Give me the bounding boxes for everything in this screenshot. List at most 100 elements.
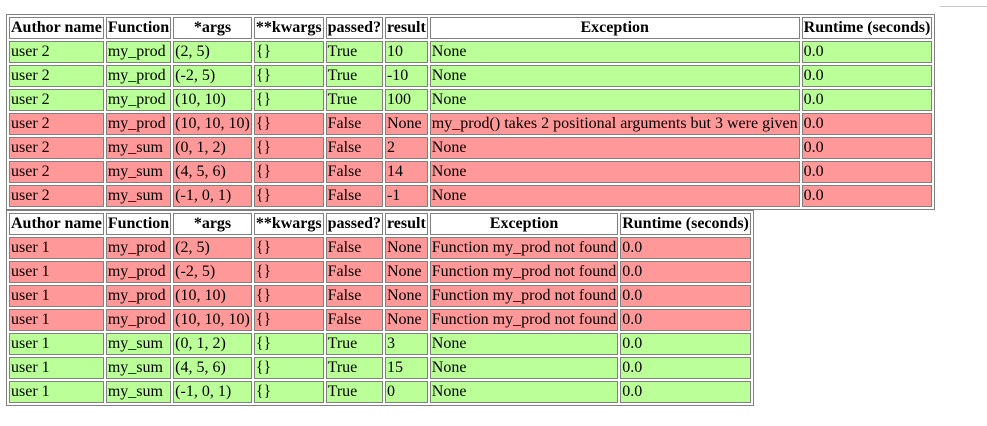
args-cell: (-1, 0, 1)	[173, 185, 252, 207]
kwargs-cell: {}	[253, 89, 324, 111]
author-name-cell: user 1	[9, 381, 104, 403]
kwargs-cell: {}	[253, 41, 324, 63]
passed-cell: False	[325, 261, 383, 283]
header-result: result	[384, 213, 428, 235]
args-cell: (4, 5, 6)	[173, 161, 252, 183]
header-passed: passed?	[325, 17, 383, 39]
table-row: user 2 my_prod (-2, 5){} True -10 None 0.0	[9, 65, 933, 87]
author-name-cell: user 2	[9, 185, 104, 207]
exception-cell: my_prod() takes 2 positional arguments b…	[429, 113, 800, 135]
runtime-cell: 0.0	[620, 285, 751, 307]
author-name-cell: user 2	[9, 137, 104, 159]
runtime-cell: 0.0	[801, 65, 933, 87]
result-cell: None	[384, 237, 428, 259]
result-cell: None	[384, 113, 428, 135]
author-name-cell: user 2	[9, 65, 104, 87]
args-cell: (2, 5)	[173, 41, 252, 63]
result-cell: 10	[384, 41, 428, 63]
header-args: *args	[173, 17, 252, 39]
passed-cell: True	[325, 41, 383, 63]
result-cell: 2	[384, 137, 428, 159]
header-kwargs: **kwargs	[253, 213, 324, 235]
page-divider-line	[940, 6, 987, 7]
author-name-cell: user 1	[9, 261, 104, 283]
runtime-cell: 0.0	[801, 89, 933, 111]
runtime-cell: 0.0	[801, 161, 933, 183]
function-cell: my_sum	[105, 333, 172, 355]
header-exception: Exception	[429, 17, 800, 39]
table-row: user 2 my_sum (4, 5, 6){} False 14 None 0.0	[9, 161, 933, 183]
kwargs-cell: {}	[253, 357, 324, 379]
table-row: user 1 my_sum (-1, 0, 1){} True 0 None 0.0	[9, 381, 751, 403]
runtime-cell: 0.0	[801, 113, 933, 135]
header-result: result	[384, 17, 428, 39]
exception-cell: Function my_prod not found	[429, 237, 619, 259]
function-cell: my_prod	[105, 41, 172, 63]
result-cell: 3	[384, 333, 428, 355]
table-row: user 1 my_prod (2, 5){} False None Function m…	[9, 237, 751, 259]
function-cell: my_prod	[105, 89, 172, 111]
result-cell: 0	[384, 381, 428, 403]
function-cell: my_sum	[105, 381, 172, 403]
table-row: user 2 my_sum (0, 1, 2){} False 2 None 0.0	[9, 137, 933, 159]
runtime-cell: 0.0	[620, 357, 751, 379]
author-name-cell: user 2	[9, 113, 104, 135]
header-passed: passed?	[325, 213, 383, 235]
args-cell: (2, 5)	[173, 237, 252, 259]
exception-cell: None	[429, 381, 619, 403]
passed-cell: False	[325, 237, 383, 259]
function-cell: my_prod	[105, 261, 172, 283]
kwargs-cell: {}	[253, 333, 324, 355]
author-name-cell: user 1	[9, 309, 104, 331]
args-cell: (10, 10)	[173, 285, 252, 307]
table-row: user 2 my_prod (10, 10, 10){} False None my_p…	[9, 113, 933, 135]
result-cell: None	[384, 309, 428, 331]
header-row: Author name Function *args **kwargs pass…	[9, 17, 933, 39]
function-cell: my_sum	[105, 137, 172, 159]
function-cell: my_sum	[105, 161, 172, 183]
header-function: Function	[105, 17, 172, 39]
header-exception: Exception	[429, 213, 619, 235]
exception-cell: None	[429, 65, 800, 87]
table-body: user 2 my_prod (2, 5){} True 10 None 0.0 user 2…	[9, 41, 933, 207]
table-row: user 1 my_sum (0, 1, 2){} True 3 None 0.0	[9, 333, 751, 355]
runtime-cell: 0.0	[620, 333, 751, 355]
kwargs-cell: {}	[253, 285, 324, 307]
passed-cell: False	[325, 285, 383, 307]
function-cell: my_prod	[105, 113, 172, 135]
exception-cell: None	[429, 185, 800, 207]
args-cell: (10, 10, 10)	[173, 309, 252, 331]
author-name-cell: user 1	[9, 237, 104, 259]
header-function: Function	[105, 213, 172, 235]
table-row: user 1 my_prod (10, 10, 10){} False None Func…	[9, 309, 751, 331]
function-cell: my_prod	[105, 65, 172, 87]
kwargs-cell: {}	[253, 261, 324, 283]
runtime-cell: 0.0	[801, 41, 933, 63]
exception-cell: None	[429, 333, 619, 355]
kwargs-cell: {}	[253, 237, 324, 259]
runtime-cell: 0.0	[620, 309, 751, 331]
author-name-cell: user 1	[9, 333, 104, 355]
passed-cell: True	[325, 357, 383, 379]
header-kwargs: **kwargs	[253, 17, 324, 39]
author-name-cell: user 1	[9, 285, 104, 307]
kwargs-cell: {}	[253, 185, 324, 207]
result-cell: 15	[384, 357, 428, 379]
header-author-name: Author name	[9, 17, 104, 39]
table-row: user 2 my_sum (-1, 0, 1){} False -1 None 0.0	[9, 185, 933, 207]
kwargs-cell: {}	[253, 309, 324, 331]
function-cell: my_prod	[105, 237, 172, 259]
passed-cell: False	[325, 185, 383, 207]
kwargs-cell: {}	[253, 113, 324, 135]
table-row: user 2 my_prod (10, 10){} True 100 None 0.0	[9, 89, 933, 111]
passed-cell: True	[325, 333, 383, 355]
table-body: user 1 my_prod (2, 5){} False None Function m…	[9, 237, 751, 403]
runtime-cell: 0.0	[620, 237, 751, 259]
runtime-cell: 0.0	[620, 381, 751, 403]
table-row: user 1 my_prod (-2, 5){} False None Function …	[9, 261, 751, 283]
exception-cell: None	[429, 41, 800, 63]
table-row: user 2 my_prod (2, 5){} True 10 None 0.0	[9, 41, 933, 63]
header-author-name: Author name	[9, 213, 104, 235]
passed-cell: False	[325, 137, 383, 159]
kwargs-cell: {}	[253, 65, 324, 87]
